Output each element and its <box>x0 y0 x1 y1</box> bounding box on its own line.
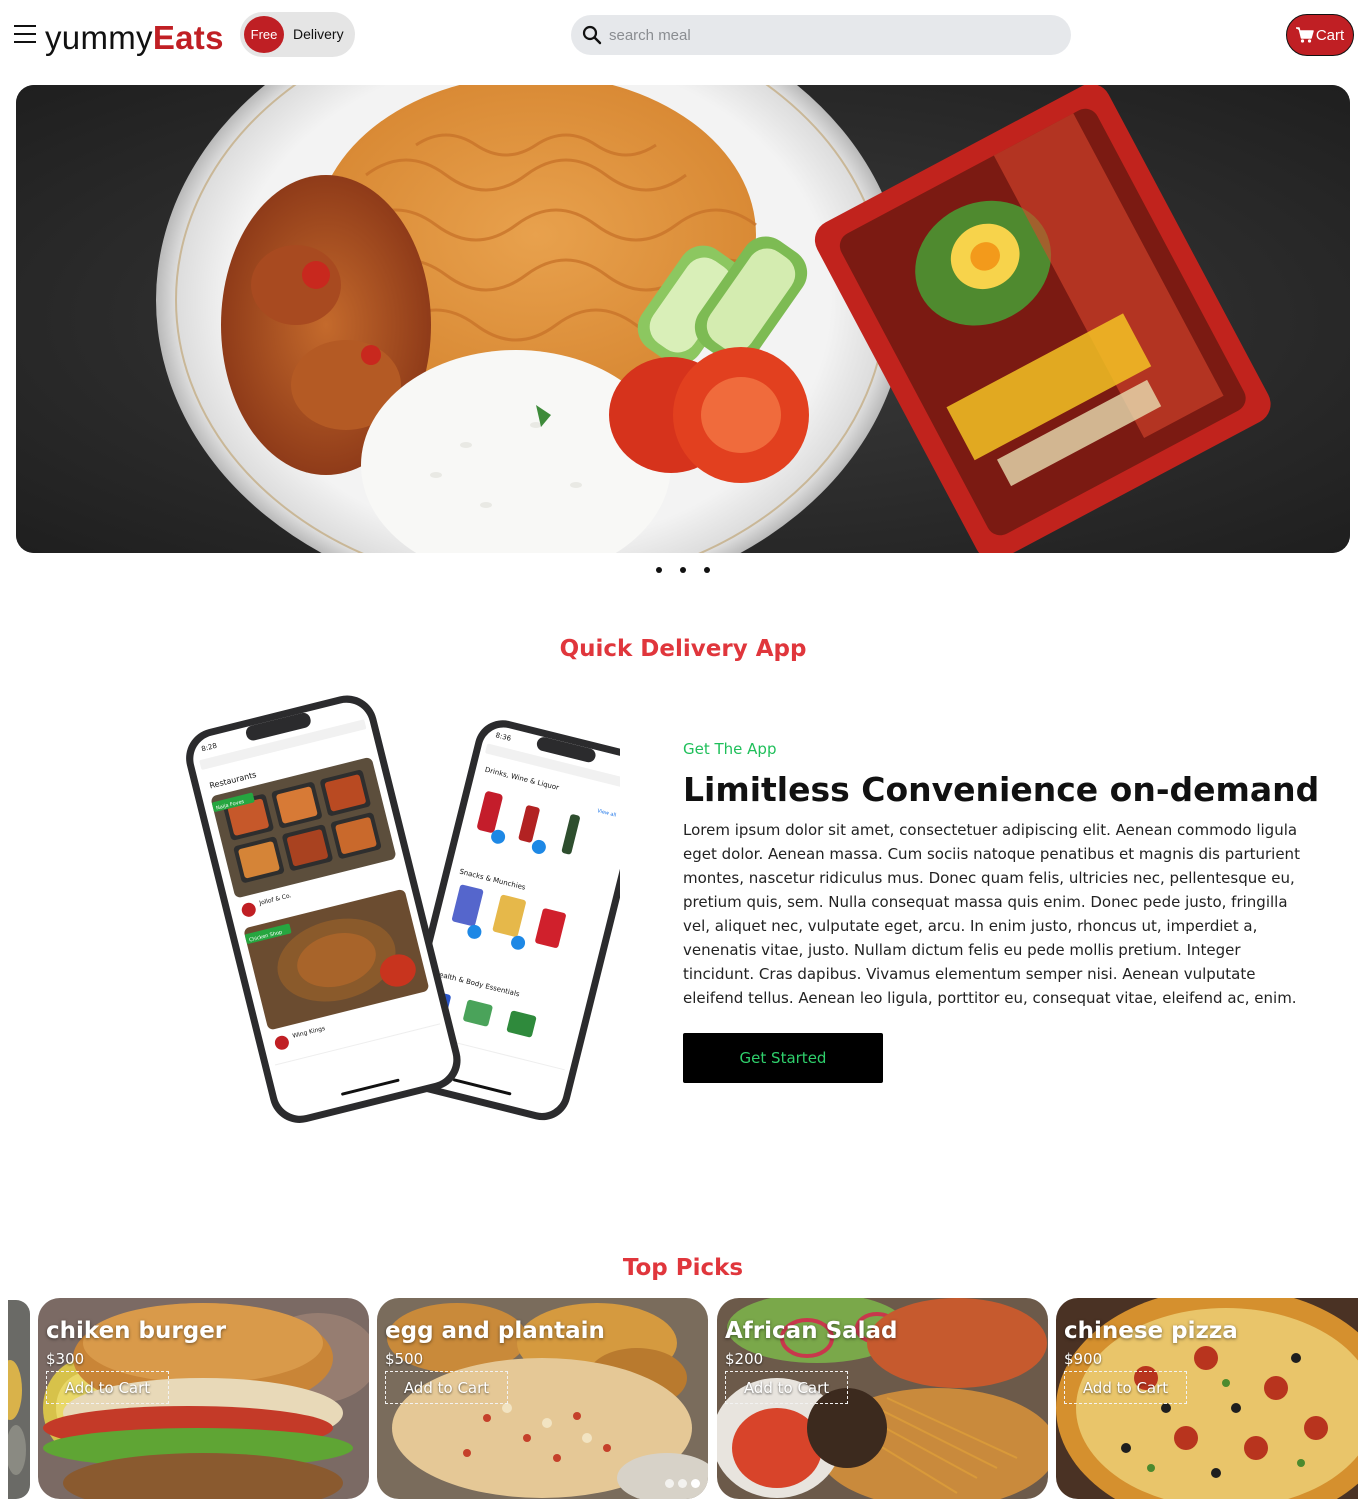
carousel-dot[interactable] <box>678 1479 687 1488</box>
top-picks-indicators <box>665 1479 700 1488</box>
add-to-cart-button[interactable]: Add to Cart <box>46 1371 169 1404</box>
carousel-indicators <box>0 567 1366 579</box>
product-price: $300 <box>46 1350 85 1368</box>
delivery-label: Delivery <box>293 26 344 42</box>
get-started-button[interactable]: Get Started <box>683 1033 883 1083</box>
section-title-top-picks: Top Picks <box>622 1255 744 1281</box>
product-name: chiken burger <box>46 1318 227 1344</box>
product-name: chinese pizza <box>1064 1318 1238 1344</box>
logo-text-eats: Eats <box>152 19 224 56</box>
carousel-dot[interactable] <box>704 567 710 573</box>
top-picks-carousel: chiken burger $300 Add to Cart egg and p… <box>0 1298 1366 1500</box>
carousel-dot[interactable] <box>656 567 662 573</box>
delivery-toggle[interactable]: Free Delivery <box>240 12 355 57</box>
product-price: $900 <box>1064 1350 1103 1368</box>
app-heading: Limitless Convenience on-demand <box>683 770 1320 809</box>
product-price: $500 <box>385 1350 424 1368</box>
brand-logo[interactable]: yummyEats <box>45 16 224 60</box>
section-title-quick-delivery: Quick Delivery App <box>559 636 807 662</box>
carousel-dot[interactable] <box>665 1479 674 1488</box>
carousel-dot-active[interactable] <box>691 1479 700 1488</box>
add-to-cart-button[interactable]: Add to Cart <box>1064 1371 1187 1404</box>
search-icon[interactable] <box>582 25 602 45</box>
search-input[interactable] <box>609 23 1049 47</box>
hamburger-menu-icon[interactable] <box>14 25 36 43</box>
get-the-app-kicker: Get The App <box>683 740 777 758</box>
product-name: egg and plantain <box>385 1318 605 1344</box>
free-badge: Free <box>244 16 284 53</box>
product-card[interactable]: chiken burger $300 Add to Cart <box>38 1298 369 1499</box>
search-bar <box>571 15 1071 55</box>
product-card[interactable]: chinese pizza $900 Add to Cart <box>1056 1298 1358 1499</box>
product-price: $200 <box>725 1350 764 1368</box>
add-to-cart-button[interactable]: Add to Cart <box>725 1371 848 1404</box>
cart-button[interactable]: Cart <box>1286 14 1354 56</box>
hero-carousel-slide[interactable] <box>16 85 1350 553</box>
cart-label: Cart <box>1315 26 1345 44</box>
top-nav: yummyEats Free Delivery Cart <box>0 0 1366 72</box>
app-phones-image: 8:36 Drinks, Wine & Liquor View all Snac… <box>130 685 650 1145</box>
product-card[interactable]: African Salad $200 Add to Cart <box>717 1298 1048 1499</box>
product-card[interactable]: egg and plantain $500 Add to Cart <box>377 1298 708 1499</box>
add-to-cart-button[interactable]: Add to Cart <box>385 1371 508 1404</box>
hero-food-image <box>16 85 1350 553</box>
shopping-cart-icon <box>1295 27 1314 43</box>
app-description: Lorem ipsum dolor sit amet, consectetuer… <box>683 821 1300 1007</box>
product-name: African Salad <box>725 1318 898 1344</box>
logo-text-yummy: yummy <box>45 19 153 56</box>
carousel-dot[interactable] <box>680 567 686 573</box>
